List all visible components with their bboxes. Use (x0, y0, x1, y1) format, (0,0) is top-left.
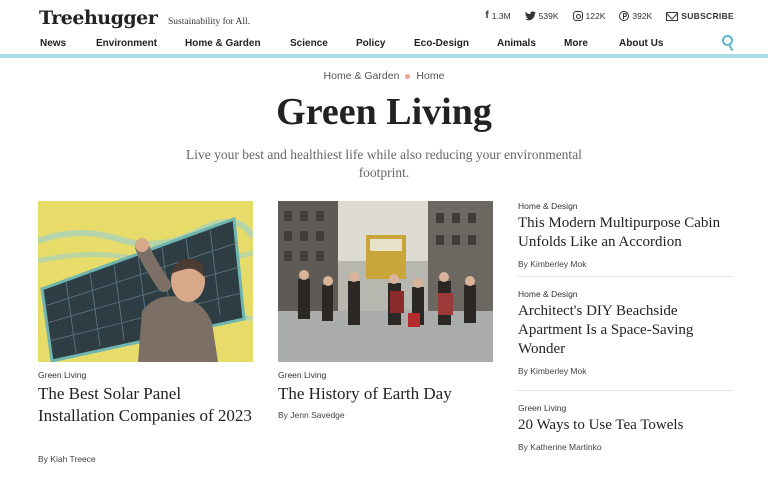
article-category[interactable]: Green Living (278, 370, 326, 380)
subscribe-label: SUBSCRIBE (681, 11, 734, 21)
site-tagline: Sustainability for All. (168, 17, 251, 27)
facebook-link[interactable]: f 1.3M (485, 10, 511, 22)
nav-item-eco-design[interactable]: Eco-Design (414, 38, 469, 49)
breadcrumb-home[interactable]: Home (416, 70, 444, 82)
breadcrumb-separator-icon (405, 73, 411, 79)
article-byline[interactable]: By Kimberley Mok (518, 259, 587, 269)
nav-item-news[interactable]: News (40, 38, 66, 49)
article-title-solar-panel[interactable]: The Best Solar Panel Installation Compan… (38, 383, 253, 426)
solar-panel-article-image[interactable] (38, 201, 253, 362)
article-category[interactable]: Green Living (518, 403, 566, 413)
earth-day-street-photo (278, 201, 493, 362)
article-category[interactable]: Home & Design (518, 289, 578, 299)
envelope-icon (666, 11, 679, 21)
social-links: f 1.3M 539K 122K 392K SUBSCRIBE (485, 11, 734, 21)
twitter-link[interactable]: 539K (524, 11, 559, 21)
article-byline[interactable]: By Kiah Treece (38, 454, 96, 464)
article-byline[interactable]: By Katherine Martinko (518, 442, 602, 452)
site-logo[interactable]: Treehugger (39, 7, 158, 29)
search-icon[interactable] (722, 35, 733, 46)
earth-day-article-image[interactable] (278, 201, 493, 362)
article-title-beachside-apartment[interactable]: Architect's DIY Beachside Apartment Is a… (518, 302, 728, 359)
instagram-link[interactable]: 122K (572, 11, 606, 21)
pinterest-icon (619, 11, 630, 21)
facebook-icon: f (485, 10, 489, 21)
pinterest-link[interactable]: 392K (619, 11, 652, 21)
page-title: Green Living (276, 91, 492, 133)
main-navigation: News Environment Home & Garden Science P… (0, 34, 768, 54)
article-category[interactable]: Green Living (38, 370, 86, 380)
nav-item-policy[interactable]: Policy (356, 38, 385, 49)
article-category[interactable]: Home & Design (518, 201, 578, 211)
article-title-earth-day[interactable]: The History of Earth Day (278, 383, 493, 405)
article-divider (517, 390, 733, 391)
nav-item-science[interactable]: Science (290, 38, 328, 49)
facebook-count: 1.3M (491, 11, 511, 21)
solar-panel-illustration (38, 201, 253, 362)
nav-item-animals[interactable]: Animals (497, 38, 536, 49)
pinterest-count: 392K (632, 11, 653, 21)
article-divider (517, 276, 733, 277)
article-title-tea-towels[interactable]: 20 Ways to Use Tea Towels (518, 416, 738, 435)
article-byline[interactable]: By Jenn Savedge (278, 410, 345, 420)
instagram-count: 122K (585, 11, 606, 21)
article-title-multipurpose-cabin[interactable]: This Modern Multipurpose Cabin Unfolds L… (518, 214, 738, 252)
breadcrumb-home-garden[interactable]: Home & Garden (324, 70, 400, 82)
nav-item-home-garden[interactable]: Home & Garden (185, 38, 261, 49)
subscribe-button[interactable]: SUBSCRIBE (666, 11, 734, 21)
twitter-count: 539K (538, 11, 559, 21)
top-bar: Treehugger Sustainability for All. f 1.3… (0, 0, 768, 34)
nav-item-more[interactable]: More (564, 38, 588, 49)
twitter-icon (524, 11, 536, 21)
nav-divider (0, 54, 768, 58)
breadcrumb: Home & Garden Home (0, 70, 768, 82)
article-byline[interactable]: By Kimberley Mok (518, 366, 587, 376)
page-description: Live your best and healthiest life while… (186, 147, 582, 180)
nav-item-about-us[interactable]: About Us (619, 38, 663, 49)
instagram-icon (572, 11, 583, 21)
nav-item-environment[interactable]: Environment (96, 38, 157, 49)
